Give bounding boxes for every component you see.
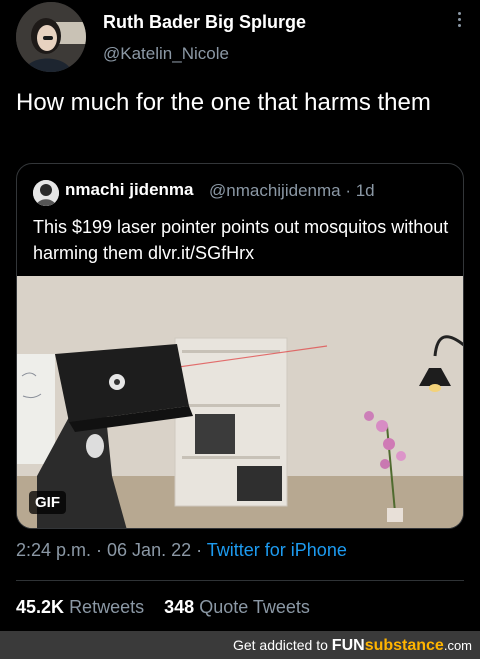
author-handle[interactable]: @Katelin_Nicole <box>103 44 229 64</box>
tweet-header: Ruth Bader Big Splurge @Katelin_Nicole <box>16 2 464 72</box>
tweet-meta: 2:24 p.m. · 06 Jan. 22 · Twitter for iPh… <box>16 540 347 561</box>
quoted-tweet-text: This $199 laser pointer points out mosqu… <box>33 217 449 263</box>
watermark-brand-part2: substance <box>364 637 444 654</box>
gif-badge: GIF <box>29 491 66 514</box>
more-vertical-icon[interactable] <box>458 12 462 32</box>
author-avatar[interactable] <box>16 2 86 72</box>
watermark-prefix: Get addicted to <box>232 637 332 653</box>
quotes-label: Quote Tweets <box>199 597 310 617</box>
quoted-tweet-media[interactable]: GIF <box>17 276 463 528</box>
watermark-domain: .com <box>443 638 472 653</box>
quotes-count: 348 <box>164 597 195 617</box>
author-name[interactable]: Ruth Bader Big Splurge <box>103 12 306 33</box>
quoted-author-avatar[interactable] <box>33 180 59 206</box>
tweet-text: How much for the one that harms them <box>16 89 431 116</box>
quotes-stat[interactable]: 348 Quote Tweets <box>164 597 310 617</box>
watermark-brand-part1: FUN <box>331 637 365 654</box>
tweet-timestamp[interactable]: 2:24 p.m. · 06 Jan. 22 · <box>16 540 207 560</box>
watermark-footer: Get addicted to FUNsubstance.com <box>0 631 480 659</box>
tweet-source-link[interactable]: Twitter for iPhone <box>207 540 347 560</box>
quoted-author-name[interactable]: nmachi jidenma <box>65 180 193 200</box>
quoted-author-handle[interactable]: @nmachijidenma · 1d <box>209 181 375 201</box>
divider <box>16 580 464 581</box>
watermark-text: Get addicted to FUNsubstance.com <box>233 637 472 655</box>
quoted-tweet[interactable]: nmachi jidenma @nmachijidenma · 1d This … <box>16 163 464 529</box>
retweets-label: Retweets <box>69 597 145 617</box>
retweets-stat[interactable]: 45.2K Retweets <box>16 597 144 617</box>
retweets-count: 45.2K <box>16 597 65 617</box>
watermark-brand: FUNsubstance <box>332 637 444 654</box>
tweet-stats: 45.2K Retweets 348 Quote Tweets <box>16 597 310 618</box>
